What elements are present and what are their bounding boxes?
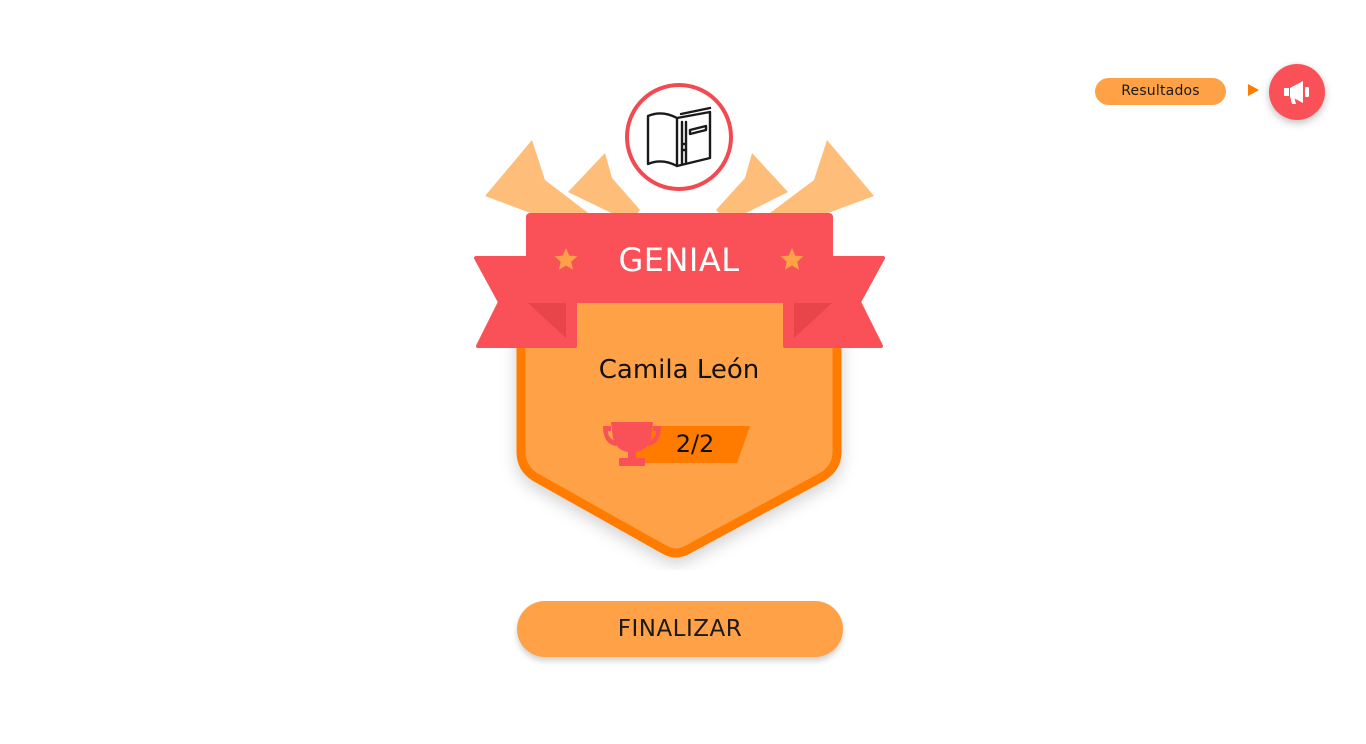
megaphone-button[interactable] [1269, 64, 1325, 120]
badge-title: GENIAL [618, 241, 740, 279]
subject-icon-circle [625, 83, 733, 191]
results-label: Resultados [1095, 78, 1226, 105]
results-screen: Resultados GENIAL Camila León 2/2 FINALI… [0, 0, 1366, 744]
megaphone-icon [1284, 81, 1309, 104]
player-name: Camila León [598, 355, 760, 385]
score-value: 2/2 [675, 430, 715, 458]
book-icon [646, 106, 712, 168]
finish-button[interactable]: FINALIZAR [517, 601, 843, 657]
pointer-arrow-icon [1248, 84, 1259, 96]
